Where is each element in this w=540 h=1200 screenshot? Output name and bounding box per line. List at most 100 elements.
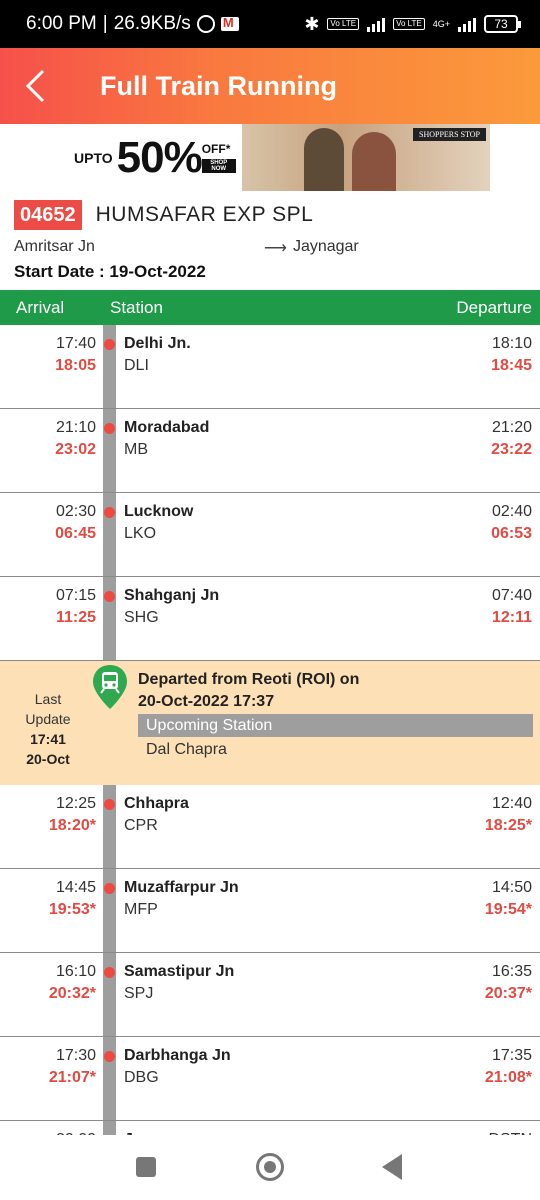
status-bar: 6:00 PM | 26.9KB/s ✱ Vo LTE Vo LTE 4G+ 7… — [0, 0, 540, 48]
column-departure: Departure — [456, 297, 532, 317]
column-station: Station — [110, 297, 163, 317]
station-dot — [104, 507, 115, 518]
station-code: DBG — [124, 1069, 159, 1086]
navigation-bar — [0, 1135, 540, 1200]
back-arrow-icon — [25, 69, 45, 103]
station-name: Samastipur Jn — [124, 963, 235, 980]
back-button[interactable] — [0, 48, 70, 124]
alarm-icon — [196, 15, 215, 33]
train-info: 04652 HUMSAFAR EXP SPL Amritsar Jn ⟶ Jay… — [14, 200, 526, 282]
scheduled-departure: 21:20 — [491, 419, 532, 436]
actual-arrival: 21:07* — [48, 1069, 96, 1086]
train-number-badge: 04652 — [14, 200, 82, 230]
current-position-card: Last Update 17:41 20-Oct Departed from Reoti… — [0, 661, 540, 785]
running-status-message: Departed from Reoti (ROI) on 20-Oct-2022 … — [138, 669, 359, 713]
nav-back-button[interactable] — [382, 1154, 402, 1180]
station-name: Shahganj Jn — [124, 587, 220, 604]
actual-arrival: 19:53* — [48, 901, 96, 918]
departure-times: 17:35 21:08* — [485, 1045, 532, 1089]
station-code: MFP — [124, 901, 158, 918]
upcoming-station-name: Dal Chapra — [146, 741, 227, 758]
station-dot — [104, 883, 115, 894]
ad-off: OFF* — [201, 142, 231, 156]
column-arrival: Arrival — [16, 297, 65, 317]
train-name: HUMSAFAR EXP SPL — [95, 203, 314, 226]
station-info: Delhi Jn. DLI — [124, 333, 191, 377]
scheduled-arrival: 16:10 — [55, 963, 96, 980]
signal-icon — [367, 16, 386, 32]
station-info: Shahganj Jn SHG — [124, 585, 219, 629]
arrival-times: 02:30 06:45 — [55, 501, 96, 545]
station-row[interactable]: 02:30 06:45 Lucknow LKO 02:40 06:53 — [0, 493, 540, 577]
bluetooth-icon: ✱ — [304, 13, 320, 34]
station-name: Chhapra — [124, 795, 189, 812]
actual-arrival: 06:45 — [55, 525, 96, 542]
scheduled-departure: 12:40 — [491, 795, 532, 812]
station-code: SHG — [124, 609, 159, 626]
station-row[interactable]: 12:25 18:20* Chhapra CPR 12:40 18:25* — [0, 785, 540, 869]
station-row[interactable]: 17:40 18:05 Delhi Jn. DLI 18:10 18:45 — [0, 325, 540, 409]
station-name: Darbhanga Jn — [124, 1047, 231, 1064]
station-list[interactable]: 17:40 18:05 Delhi Jn. DLI 18:10 18:45 21:10 23:… — [0, 325, 540, 1135]
station-dot — [104, 799, 115, 810]
app-header: Full Train Running — [0, 48, 540, 124]
station-name: Muzaffarpur Jn — [124, 879, 239, 896]
scheduled-departure: 18:10 — [491, 335, 532, 352]
arrow-right-icon: ⟶ — [264, 240, 287, 257]
station-info: Muzaffarpur Jn MFP — [124, 877, 239, 921]
last-update-time: 17:41 — [30, 731, 66, 747]
actual-departure: 12:11 — [491, 609, 532, 626]
station-row[interactable]: 20:00JDSTN — [0, 1121, 540, 1135]
ad-percent: 50% — [116, 132, 203, 182]
scheduled-arrival: 14:45 — [55, 879, 96, 896]
station-info: Darbhanga Jn DBG — [124, 1045, 231, 1089]
station-code: LKO — [124, 525, 157, 542]
ad-image: SHOPPERS STOP — [242, 124, 490, 191]
actual-departure: 18:45 — [491, 357, 532, 374]
gmail-icon — [220, 15, 239, 31]
departure-times: 18:10 18:45 — [491, 333, 532, 377]
station-row[interactable]: 21:10 23:02 Moradabad MB 21:20 23:22 — [0, 409, 540, 493]
recents-button[interactable] — [136, 1157, 156, 1177]
station-row[interactable]: 16:10 20:32* Samastipur Jn SPJ 16:35 20:37* — [0, 953, 540, 1037]
arrival-times: 21:10 23:02 — [55, 417, 96, 461]
departure-times: 02:40 06:53 — [491, 501, 532, 545]
scheduled-departure: 14:50 — [491, 879, 532, 896]
station-name: Moradabad — [124, 419, 210, 436]
destination-station: Jaynagar — [292, 238, 359, 255]
arrival-times: 12:25 18:20* — [49, 793, 96, 837]
volte-icon-2: Vo LTE — [393, 18, 425, 30]
ad-off-block: OFF* SHOP NOW — [201, 142, 236, 173]
status-left: 6:00 PM | 26.9KB/s — [26, 13, 304, 35]
station-dot — [104, 591, 115, 602]
train-location-icon — [93, 665, 127, 709]
page-title: Full Train Running — [100, 70, 337, 101]
actual-arrival: 20:32* — [48, 985, 96, 1002]
home-button[interactable] — [256, 1153, 284, 1181]
status-time: 6:00 PM — [26, 13, 97, 34]
actual-arrival: 23:02 — [55, 441, 96, 458]
scheduled-arrival: 21:10 — [55, 419, 96, 436]
station-row[interactable]: 17:30 21:07* Darbhanga Jn DBG 17:35 21:08* — [0, 1037, 540, 1121]
last-update-label-1: Last — [34, 691, 62, 707]
status-speed: 26.9KB/s — [113, 13, 191, 34]
station-code: DLI — [124, 357, 149, 374]
scheduled-arrival: 07:15 — [55, 587, 96, 604]
station-row[interactable]: 07:15 11:25 Shahganj Jn SHG 07:40 12:11 — [0, 577, 540, 661]
arrival-times: 17:30 21:07* — [49, 1045, 96, 1089]
scheduled-arrival: 17:30 — [55, 1047, 96, 1064]
station-row[interactable]: 14:45 19:53* Muzaffarpur Jn MFP 14:50 19:54* — [0, 869, 540, 953]
scheduled-departure: 02:40 — [491, 503, 532, 520]
scheduled-departure: 17:35 — [491, 1047, 532, 1064]
actual-departure: 06:53 — [491, 525, 532, 542]
upcoming-station-label: Upcoming Station — [138, 714, 533, 737]
arrival-times: 17:40 18:05 — [55, 333, 96, 377]
ad-shop-now: SHOP NOW — [201, 159, 236, 173]
ad-banner[interactable]: UPTO 50% OFF* SHOP NOW SHOPPERS STOP — [46, 124, 490, 191]
departure-times: 07:40 12:11 — [492, 585, 532, 629]
status-right: ✱ Vo LTE Vo LTE 4G+ 73 — [304, 13, 521, 35]
running-status-line-2: 20-Oct-2022 17:37 — [138, 693, 275, 710]
departure-times: 21:20 23:22 — [491, 417, 532, 461]
last-update-label-2: Update — [25, 711, 71, 727]
station-info: Moradabad MB — [124, 417, 209, 461]
